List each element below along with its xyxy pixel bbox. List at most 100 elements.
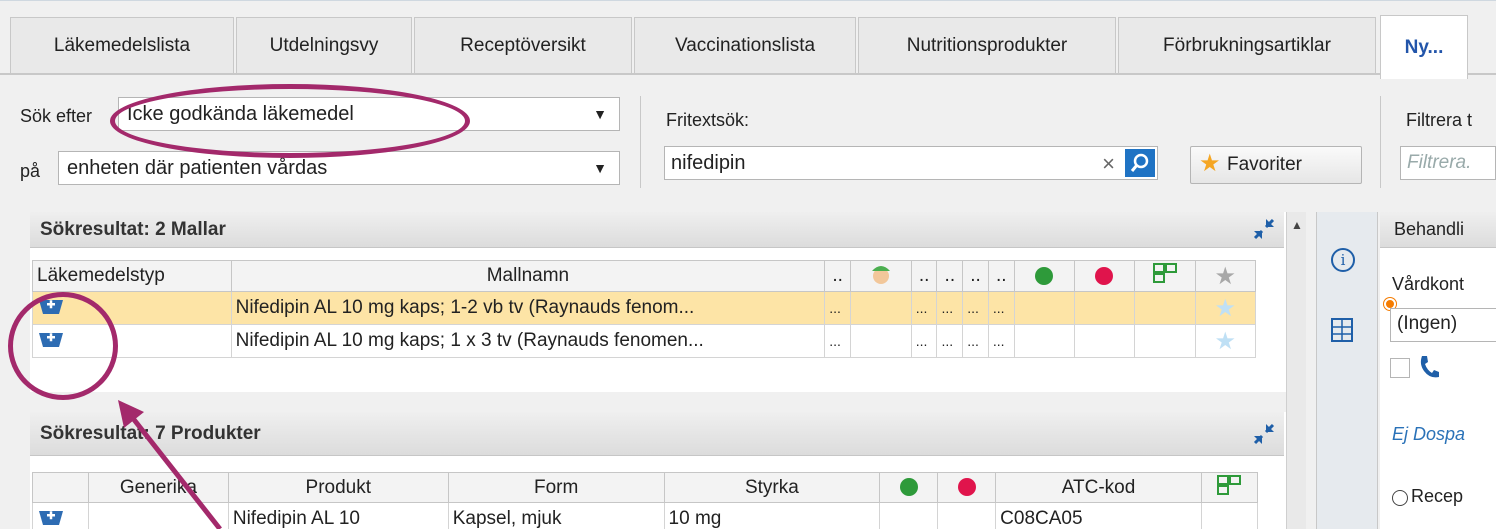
phone-icon[interactable]	[1418, 354, 1440, 387]
behandling-header: Behandli	[1380, 212, 1496, 248]
table-header-row: Läkemedelstyp Mallnamn .. .. .. .. .. ★	[32, 260, 1257, 292]
col-green[interactable]	[879, 472, 939, 503]
cell: ...	[824, 291, 851, 325]
col-red[interactable]	[1073, 260, 1135, 292]
clear-icon[interactable]: ×	[1102, 151, 1115, 177]
split-icon	[1152, 263, 1177, 283]
favoriter-label: Favoriter	[1227, 154, 1302, 175]
fritext-search-input[interactable]: nifedipin ×	[664, 146, 1158, 180]
cell	[1073, 324, 1135, 358]
cell: ...	[936, 324, 964, 358]
mallar-panel: Sökresultat: 2 Mallar Läkemedelstyp Mall…	[30, 212, 1300, 392]
cell: ...	[962, 291, 989, 325]
col-form[interactable]: Form	[447, 472, 665, 503]
medicine-bowl-icon	[39, 511, 63, 525]
col-1[interactable]: ..	[824, 260, 851, 292]
red-dot-icon	[1095, 266, 1114, 285]
search-icon[interactable]	[1125, 149, 1155, 177]
side-toolbar: i	[1316, 212, 1378, 529]
calculator-icon[interactable]	[1331, 318, 1353, 348]
mallar-table: Läkemedelstyp Mallnamn .. .. .. .. .. ★ …	[32, 260, 1257, 358]
cell: ...	[987, 324, 1015, 358]
star-icon: ★	[1214, 262, 1237, 290]
mallnamn-cell: Nifedipin AL 10 mg kaps; 1-2 vb tv (Rayn…	[230, 291, 826, 325]
behandling-panel: Behandli Vårdkont (Ingen) Ej Dospa Recep	[1380, 212, 1496, 529]
cell: ...	[910, 324, 938, 358]
col-split[interactable]	[1133, 260, 1196, 292]
cell	[1013, 291, 1075, 325]
col-fav[interactable]: ★	[1194, 260, 1257, 292]
col-red[interactable]	[937, 472, 997, 503]
table-row[interactable]: Nifedipin AL 10 mg kaps; 1 x 3 tv (Rayna…	[32, 324, 1257, 358]
tab-forbrukningsartiklar[interactable]: Förbrukningsartiklar	[1118, 17, 1376, 73]
split-icon	[1217, 474, 1242, 495]
divider	[640, 96, 641, 188]
col-icon[interactable]	[32, 472, 89, 503]
info-icon[interactable]: i	[1331, 248, 1355, 272]
table-row[interactable]: Nifedipin AL 10 mg kaps; 1-2 vb tv (Rayn…	[32, 291, 1257, 325]
favorite-cell[interactable]: ★	[1194, 291, 1257, 325]
icon-cell	[32, 502, 89, 529]
green-dot-icon	[899, 478, 918, 497]
col-styrka[interactable]: Styrka	[663, 472, 881, 503]
styrka-cell: 10 mg	[663, 502, 881, 529]
col-green[interactable]	[1013, 260, 1075, 292]
cell	[849, 291, 912, 325]
tab-nutritionsprodukter[interactable]: Nutritionsprodukter	[858, 17, 1116, 73]
col-produkt[interactable]: Produkt	[227, 472, 449, 503]
tab-strip-divider	[0, 73, 1496, 75]
cell	[1133, 324, 1196, 358]
cell: ...	[824, 324, 851, 358]
ej-dospa-link[interactable]: Ej Dospa	[1392, 424, 1465, 445]
col-split[interactable]	[1200, 472, 1259, 503]
checkbox[interactable]	[1390, 358, 1410, 378]
collapse-icon[interactable]	[1252, 422, 1276, 452]
col-atc[interactable]: ATC-kod	[995, 472, 1202, 503]
produkt-cell: Nifedipin AL 10	[227, 502, 449, 529]
collapse-icon[interactable]	[1252, 217, 1276, 247]
chevron-down-icon: ▼	[593, 160, 607, 176]
favorite-cell[interactable]: ★	[1194, 324, 1257, 358]
tab-receptoversikt[interactable]: Receptöversikt	[414, 17, 632, 73]
atc-cell: C08CA05	[995, 502, 1202, 529]
highlight-ellipse-dropdown	[110, 84, 470, 158]
col-lakemedelstyp[interactable]: Läkemedelstyp	[32, 260, 232, 292]
form-cell: Kapsel, mjuk	[447, 502, 665, 529]
col-3[interactable]: ..	[910, 260, 938, 292]
highlight-ellipse-icons	[8, 292, 118, 400]
col-mallnamn[interactable]: Mallnamn	[230, 260, 826, 292]
cell	[879, 502, 939, 529]
cell: ...	[962, 324, 989, 358]
vardkont-label: Vårdkont	[1392, 274, 1465, 294]
chevron-down-icon: ▼	[593, 106, 607, 122]
tab-utdelningsvy[interactable]: Utdelningsvy	[236, 17, 412, 73]
scrollbar[interactable]: ▲	[1286, 212, 1306, 529]
scroll-up-icon[interactable]: ▲	[1291, 218, 1303, 232]
star-icon[interactable]: ★	[1215, 328, 1237, 355]
filtrera-label: Filtrera t	[1406, 110, 1473, 130]
cell	[849, 324, 912, 358]
cell	[1200, 502, 1259, 529]
mallar-title: Sökresultat: 2 Mallar	[40, 218, 226, 240]
red-dot-icon	[957, 478, 976, 497]
mallnamn-cell: Nifedipin AL 10 mg kaps; 1 x 3 tv (Rayna…	[230, 324, 826, 358]
col-4[interactable]: ..	[936, 260, 964, 292]
col-6[interactable]: ..	[987, 260, 1015, 292]
divider	[1380, 96, 1381, 188]
tab-lakemedelslista[interactable]: Läkemedelslista	[10, 17, 234, 73]
green-dot-icon	[1035, 266, 1054, 285]
filtrera-input[interactable]: Filtrera.	[1400, 146, 1496, 180]
recept-radio[interactable]	[1392, 490, 1408, 506]
cell: ...	[936, 291, 964, 325]
pa-label: på	[20, 161, 41, 181]
col-avatar[interactable]	[849, 260, 912, 292]
vardkont-dropdown[interactable]: (Ingen)	[1390, 308, 1496, 342]
tab-vaccinationslista[interactable]: Vaccinationslista	[634, 17, 856, 73]
cell	[1133, 291, 1196, 325]
recept-label: Recep	[1411, 486, 1464, 506]
tab-ny[interactable]: Ny...	[1380, 15, 1468, 79]
col-5[interactable]: ..	[962, 260, 989, 292]
favoriter-button[interactable]: ★ Favoriter	[1190, 146, 1362, 184]
star-icon[interactable]: ★	[1215, 295, 1237, 322]
cell: ...	[987, 291, 1015, 325]
